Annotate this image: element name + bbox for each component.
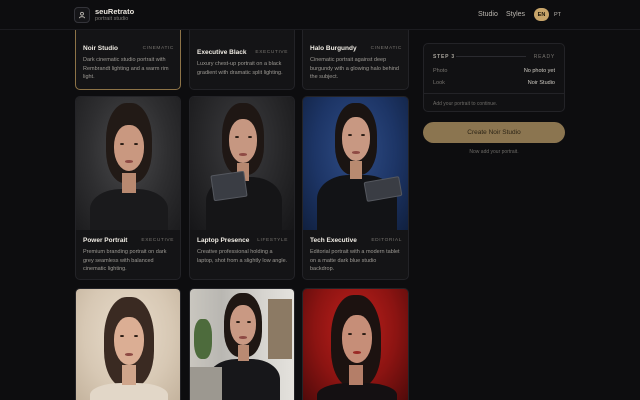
card-title: Halo Burgundy	[310, 45, 357, 52]
portrait-image	[76, 97, 180, 230]
card-title: Executive Black	[197, 49, 247, 56]
lang-pt-button[interactable]: PT	[551, 8, 564, 21]
panel-hint: Add your portrait to continue.	[433, 101, 498, 107]
card-tag: CINEMATIC	[370, 46, 402, 51]
portrait-image	[190, 97, 294, 230]
brand-name[interactable]: seuRetrato	[95, 7, 134, 16]
card-title: Tech Executive	[310, 237, 357, 244]
card-description: Dark cinematic studio portrait with Remb…	[83, 57, 169, 80]
style-card-office-window[interactable]	[189, 288, 295, 400]
panel-divider	[424, 93, 564, 94]
photo-value: No photo yet	[523, 68, 555, 74]
step-progress-line	[456, 56, 526, 57]
summary-panel: STEP 3 READY Photo No photo yet Look Noi…	[423, 43, 565, 112]
card-title: Noir Studio	[83, 45, 119, 52]
look-label: Look	[433, 80, 445, 86]
portrait-image	[303, 97, 408, 230]
card-description: Premium branding portrait on dark grey s…	[83, 249, 167, 272]
card-description: Luxury chest-up portrait on a black grad…	[197, 61, 283, 76]
style-card-red-backdrop[interactable]	[302, 288, 409, 400]
card-tag: EDITORIAL	[371, 238, 402, 243]
style-card-power-portrait[interactable]: Power Portrait EXECUTIVE Premium brandin…	[75, 96, 181, 280]
style-card-tech-executive[interactable]: Tech Executive EDITORIAL Editorial portr…	[302, 96, 409, 280]
card-tag: EXECUTIVE	[255, 50, 288, 55]
nav-studio[interactable]: Studio	[478, 11, 498, 18]
card-tag: LIFESTYLE	[257, 238, 288, 243]
card-tag: CINEMATIC	[142, 46, 174, 51]
portrait-image	[303, 289, 408, 400]
status-label: READY	[533, 54, 555, 60]
create-hint: Now add your portrait.	[469, 149, 519, 155]
lang-en-button[interactable]: EN	[534, 8, 549, 21]
create-button[interactable]: Create Noir Studio	[423, 122, 565, 143]
photo-label: Photo	[433, 68, 448, 74]
nav-styles[interactable]: Styles	[506, 11, 525, 18]
style-card-light-studio[interactable]	[75, 288, 181, 400]
brand-tagline: portrait studio	[95, 16, 129, 22]
portrait-image	[76, 289, 180, 400]
style-card-laptop-presence[interactable]: Laptop Presence LIFESTYLE Creative profe…	[189, 96, 295, 280]
top-header: seuRetrato portrait studio Studio Styles…	[0, 0, 640, 30]
style-card-halo-burgundy[interactable]: Halo Burgundy CINEMATIC Cinematic portra…	[302, 22, 409, 90]
look-value: Noir Studio	[527, 80, 555, 86]
style-card-noir-studio[interactable]: Noir Studio CINEMATIC Dark cinematic stu…	[75, 22, 181, 90]
card-title: Power Portrait	[83, 237, 128, 244]
card-tag: EXECUTIVE	[141, 238, 174, 243]
portrait-image	[190, 289, 294, 400]
style-card-executive-black[interactable]: Executive Black EXECUTIVE Luxury chest-u…	[189, 22, 295, 90]
card-title: Laptop Presence	[197, 237, 250, 244]
card-description: Editorial portrait with a modern tablet …	[310, 249, 400, 272]
step-label: STEP 3	[433, 54, 455, 60]
card-description: Cinematic portrait against deep burgundy…	[310, 57, 399, 80]
person-icon[interactable]	[74, 7, 90, 23]
card-description: Creative professional holding a laptop, …	[197, 249, 288, 264]
